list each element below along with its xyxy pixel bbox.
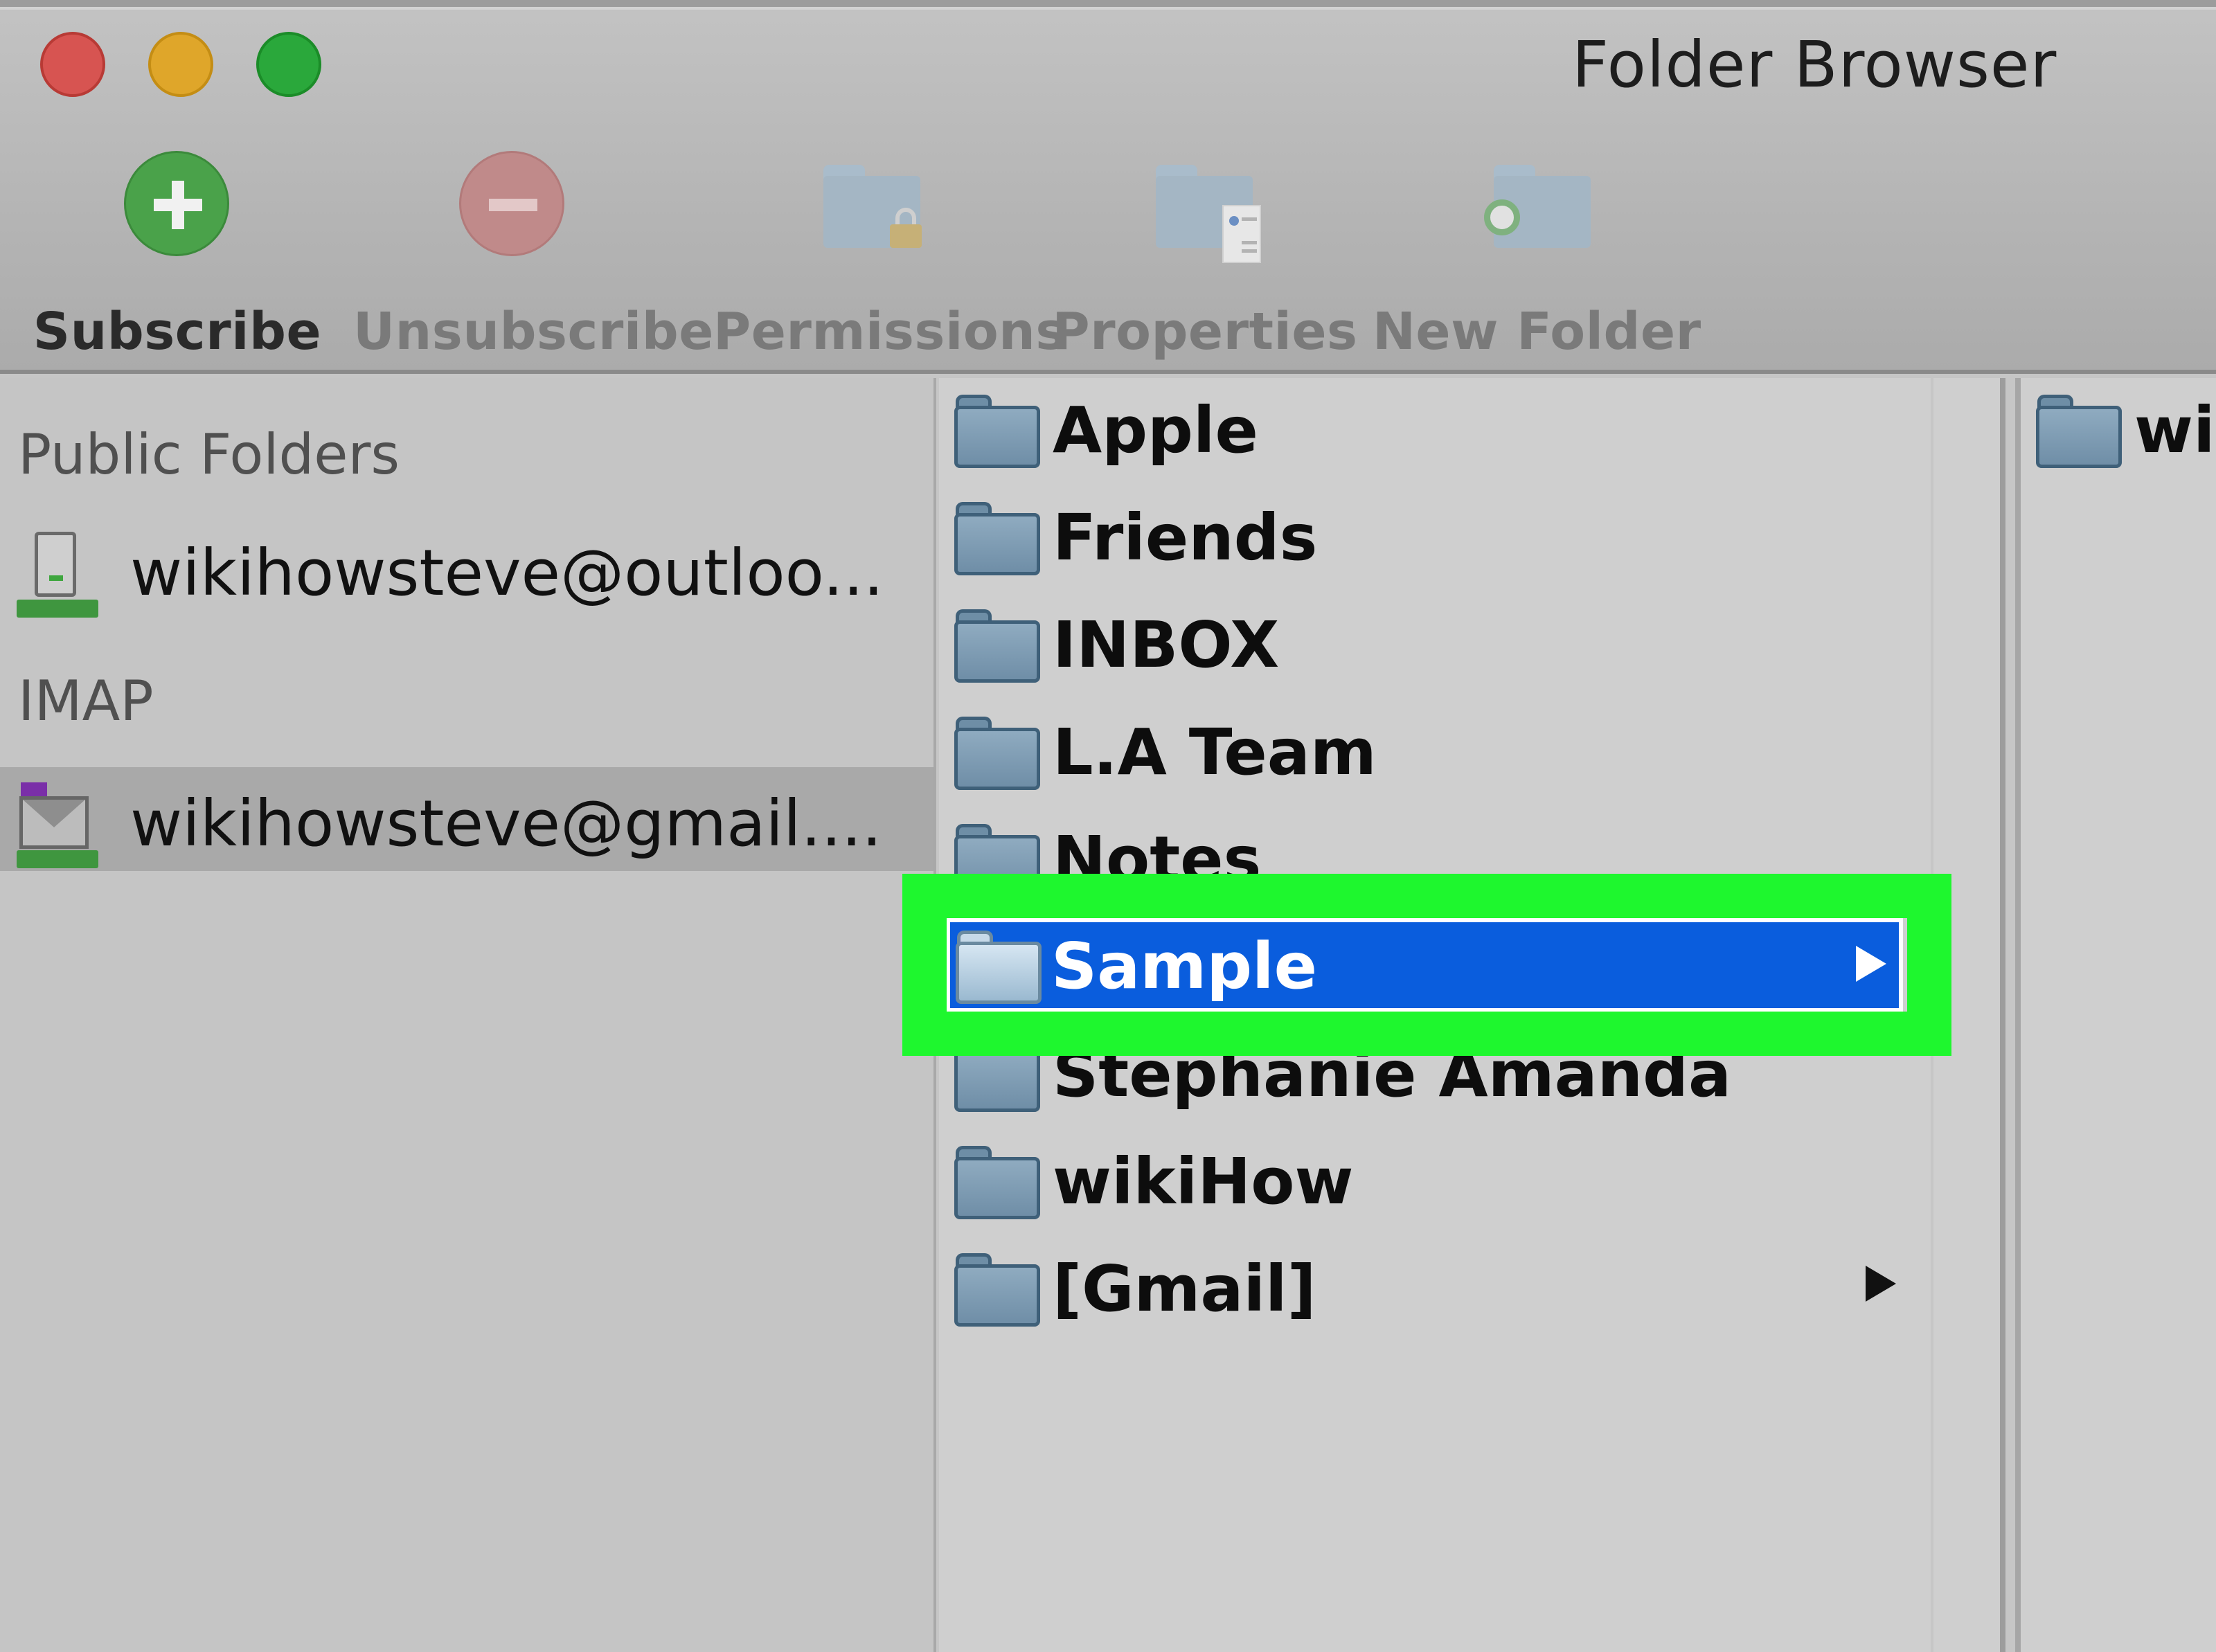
unsubscribe-button[interactable]: Unsubscribe — [353, 145, 714, 361]
new-folder-icon — [1473, 145, 1591, 263]
account-row-outlook[interactable]: wikihowsteve@outloo... — [0, 517, 933, 620]
properties-label: Properties — [1052, 302, 1358, 361]
folder-row-notes[interactable]: Notes — [939, 807, 1909, 904]
permissions-button[interactable]: Permissions — [713, 145, 1066, 361]
new-folder-button[interactable]: New Folder — [1373, 145, 1701, 361]
zoom-window-button[interactable] — [256, 32, 321, 97]
folder-name: Sample — [1051, 929, 1317, 1003]
folder-name: wikiHow — [2134, 393, 2216, 467]
folder-name: Friends — [1053, 501, 1318, 575]
plus-circle-icon — [118, 145, 236, 263]
folder-icon — [954, 1253, 1040, 1327]
folder-icon — [954, 1039, 1040, 1112]
folder-row-gmail[interactable]: [Gmail] — [939, 1237, 1909, 1334]
folder-row-inbox[interactable]: INBOX — [939, 593, 1909, 690]
folder-row-la-team[interactable]: L.A Team — [939, 700, 1909, 797]
folder-icon — [954, 824, 1040, 897]
folder-name: [Gmail] — [1053, 1252, 1316, 1326]
section-label-imap: IMAP — [18, 669, 154, 733]
folder-row-apple[interactable]: Apple — [939, 378, 1909, 475]
subscribe-label: Subscribe — [33, 302, 322, 361]
account-name: wikihowsteve@outloo... — [130, 536, 884, 610]
folder-row-stephanie-amanda[interactable]: Stephanie Amanda — [939, 1022, 1909, 1119]
mail-server-icon — [17, 782, 107, 872]
subfolder-list: wikiHow — [2021, 378, 2216, 1652]
folder-icon — [2036, 395, 2122, 468]
new-folder-label: New Folder — [1373, 302, 1701, 361]
folder-name: L.A Team — [1053, 715, 1377, 789]
folder-list: Apple Friends INBOX L.A Team Notes Sampl… — [939, 378, 2005, 1652]
section-label-public-folders: Public Folders — [18, 422, 400, 487]
folder-row-wikihow[interactable]: wikiHow — [939, 1129, 1909, 1226]
minimize-window-button[interactable] — [148, 32, 213, 97]
folder-icon — [954, 395, 1040, 468]
folder-row-sample[interactable]: Sample — [946, 918, 1903, 1012]
server-icon — [17, 532, 107, 622]
folder-name: wikiHow — [1053, 1144, 1354, 1219]
minus-circle-icon — [454, 145, 571, 263]
expand-arrow-icon[interactable] — [1866, 1266, 1896, 1302]
folder-name: INBOX — [1053, 608, 1280, 682]
expand-arrow-icon[interactable] — [1856, 946, 1886, 982]
folder-icon — [954, 502, 1040, 575]
folder-lock-icon — [814, 145, 931, 263]
account-name: wikihowsteve@gmail.... — [130, 787, 882, 861]
folder-properties-icon — [1146, 145, 1264, 263]
folder-icon — [956, 931, 1042, 1004]
permissions-label: Permissions — [713, 302, 1066, 361]
folder-name: Notes — [1053, 823, 1262, 897]
accounts-sidebar: Public Folders wikihowsteve@outloo... IM… — [0, 378, 936, 1652]
folder-name: Stephanie Amanda — [1053, 1037, 1732, 1111]
folder-icon — [954, 717, 1040, 790]
close-window-button[interactable] — [40, 32, 105, 97]
account-row-gmail[interactable]: wikihowsteve@gmail.... — [0, 767, 933, 871]
subscribe-button[interactable]: Subscribe — [18, 145, 337, 361]
folder-icon — [954, 1146, 1040, 1219]
folder-name: Apple — [1053, 393, 1258, 467]
title-bar: Folder Browser Subscribe Unsubscribe Per… — [0, 0, 2216, 374]
column-divider[interactable] — [2015, 378, 2021, 1652]
subfolder-row-wikihow[interactable]: wikiHow — [2021, 378, 2216, 475]
properties-button[interactable]: Properties — [1046, 145, 1364, 361]
folder-icon — [954, 609, 1040, 683]
unsubscribe-label: Unsubscribe — [353, 302, 714, 361]
column-divider[interactable] — [2000, 378, 2005, 1652]
window-title: Folder Browser — [1572, 28, 2057, 102]
folder-row-friends[interactable]: Friends — [939, 485, 1909, 582]
